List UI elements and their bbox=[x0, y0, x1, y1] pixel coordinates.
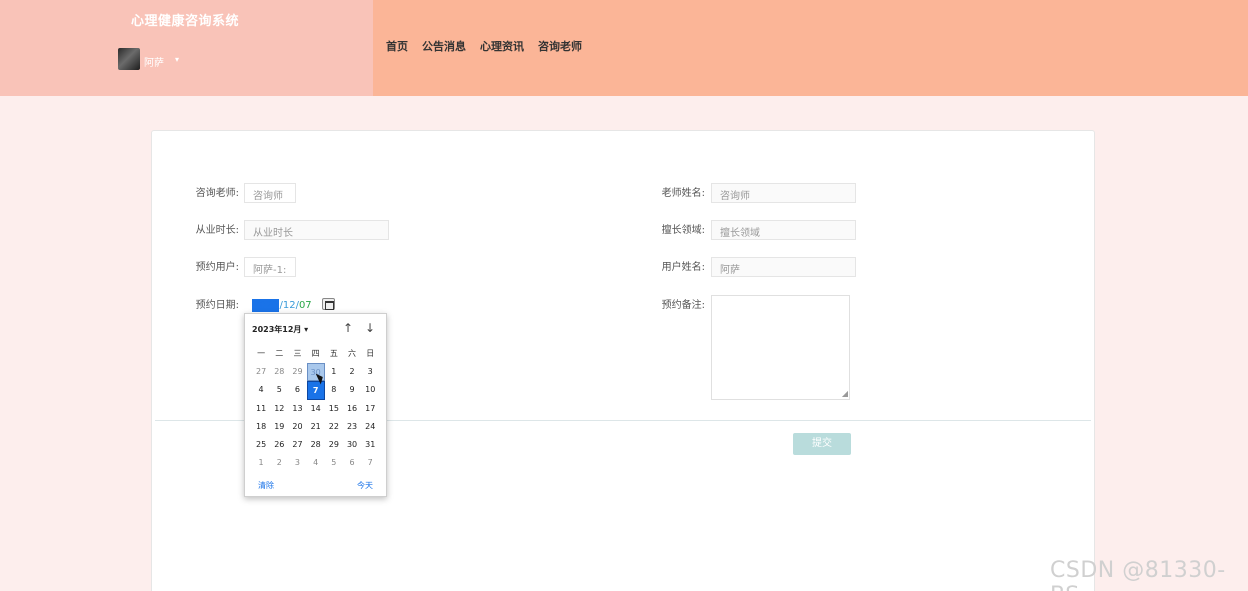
specialty-input[interactable]: 擅长领域 bbox=[711, 220, 856, 240]
submit-button[interactable]: 提交 bbox=[793, 433, 851, 455]
nav-item-home[interactable]: 首页 bbox=[386, 38, 408, 54]
calendar-weekday-header: 一二三四五 六日 bbox=[252, 348, 379, 359]
calendar-day[interactable]: 15 bbox=[325, 400, 343, 418]
top-nav: 首页 公告消息 心理资讯 咨询老师 bbox=[386, 38, 582, 54]
date-year-segment[interactable]: 2023 bbox=[252, 298, 280, 312]
user-name-input[interactable]: 阿萨 bbox=[711, 257, 856, 277]
calendar-weekday: 四 bbox=[311, 349, 320, 358]
app-title: 心理健康咨询系统 bbox=[131, 14, 240, 29]
calendar-day[interactable]: 3 bbox=[361, 363, 379, 381]
nav-item-announcements[interactable]: 公告消息 bbox=[422, 38, 466, 54]
calendar-weekday: 五 bbox=[329, 349, 338, 358]
previous-month-arrow-icon[interactable]: ↑ bbox=[343, 321, 353, 335]
calendar-day[interactable]: 12 bbox=[270, 400, 288, 418]
avatar[interactable] bbox=[118, 48, 140, 70]
calendar-month-selector[interactable]: 2023年12月 ▾ bbox=[252, 324, 308, 335]
calendar-today-button[interactable]: 今天 bbox=[357, 480, 373, 491]
calendar-day[interactable]: 10 bbox=[361, 381, 379, 399]
calendar-day[interactable]: 23 bbox=[343, 418, 361, 436]
date-picker-popup: 2023年12月 ▾ ↑ ↓ 一二三四五六日 27 28 29 30 1 2 3 4 5 6 7 8 9… bbox=[244, 313, 387, 497]
calendar-day[interactable]: 7 bbox=[361, 454, 379, 472]
nav-item-psych-news[interactable]: 心理资讯 bbox=[480, 38, 524, 54]
calendar-day[interactable]: 7 bbox=[306, 381, 325, 400]
calendar-day[interactable]: 5 bbox=[325, 454, 343, 472]
calendar-day[interactable]: 1 bbox=[252, 454, 270, 472]
top-header: 心理健康咨询系统 阿萨 ▾ 首页 公告消息 心理资讯 咨询老师 bbox=[0, 0, 1248, 96]
calendar-day[interactable]: 28 bbox=[270, 363, 288, 381]
calendar-day[interactable]: 11 bbox=[252, 400, 270, 418]
calendar-day[interactable]: 18 bbox=[252, 418, 270, 436]
date-day-segment[interactable]: 07 bbox=[299, 300, 312, 311]
resize-handle-icon[interactable]: ◢ bbox=[842, 390, 848, 398]
booking-user-label: 预约用户: bbox=[195, 262, 239, 273]
remarks-label: 预约备注: bbox=[661, 300, 705, 311]
next-month-arrow-icon[interactable]: ↓ bbox=[365, 321, 375, 335]
remarks-textarea[interactable]: ◢ bbox=[711, 295, 850, 400]
calendar-day[interactable]: 19 bbox=[270, 418, 288, 436]
calendar-day[interactable]: 27 bbox=[252, 363, 270, 381]
calendar-day[interactable]: 14 bbox=[307, 400, 325, 418]
calendar-day[interactable]: 4 bbox=[252, 381, 270, 399]
calendar-picker-icon[interactable] bbox=[322, 298, 335, 310]
calendar-day[interactable]: 21 bbox=[307, 418, 325, 436]
calendar-day[interactable]: 6 bbox=[343, 454, 361, 472]
header-brand-area: 心理健康咨询系统 阿萨 ▾ bbox=[0, 0, 373, 96]
experience-input[interactable]: 从业时长 bbox=[244, 220, 389, 240]
calendar-day[interactable]: 30 bbox=[343, 436, 361, 454]
calendar-day[interactable]: 28 bbox=[307, 436, 325, 454]
nav-item-counselors[interactable]: 咨询老师 bbox=[538, 38, 582, 54]
calendar-day[interactable]: 9 bbox=[343, 381, 361, 399]
calendar-day[interactable]: 5 bbox=[270, 381, 288, 399]
calendar-clear-button[interactable]: 清除 bbox=[258, 480, 274, 491]
specialty-label: 擅长领域: bbox=[661, 225, 705, 236]
booking-date-label: 预约日期: bbox=[195, 300, 239, 311]
calendar-day[interactable]: 4 bbox=[307, 454, 325, 472]
calendar-day[interactable]: 24 bbox=[361, 418, 379, 436]
user-name-label: 用户姓名: bbox=[661, 262, 705, 273]
calendar-weekday: 二 bbox=[275, 349, 284, 358]
calendar-day[interactable]: 17 bbox=[361, 400, 379, 418]
booking-date-input[interactable]: 2023/12/07 bbox=[252, 297, 312, 313]
calendar-day[interactable]: 29 bbox=[288, 363, 306, 381]
calendar-day[interactable]: 13 bbox=[288, 400, 306, 418]
calendar-day[interactable]: 26 bbox=[270, 436, 288, 454]
calendar-day[interactable]: 25 bbox=[252, 436, 270, 454]
calendar-weekday: 六 bbox=[348, 349, 357, 358]
counselor-label: 咨询老师: bbox=[195, 188, 239, 199]
calendar-day[interactable]: 6 bbox=[288, 381, 306, 399]
calendar-day[interactable]: 31 bbox=[361, 436, 379, 454]
user-dropdown-caret-icon[interactable]: ▾ bbox=[175, 55, 179, 64]
calendar-day[interactable]: 20 bbox=[288, 418, 306, 436]
calendar-day[interactable]: 2 bbox=[270, 454, 288, 472]
calendar-day[interactable]: 2 bbox=[343, 363, 361, 381]
calendar-day[interactable]: 27 bbox=[288, 436, 306, 454]
username[interactable]: 阿萨 bbox=[144, 54, 164, 69]
teacher-name-label: 老师姓名: bbox=[661, 188, 705, 199]
date-month-segment[interactable]: 12 bbox=[283, 300, 296, 311]
teacher-name-input[interactable]: 咨询师 bbox=[711, 183, 856, 203]
booking-user-input[interactable]: 阿萨-1: bbox=[244, 257, 296, 277]
calendar-day[interactable]: 8 bbox=[325, 381, 343, 399]
calendar-day[interactable]: 29 bbox=[325, 436, 343, 454]
calendar-weekday: 日 bbox=[366, 349, 375, 358]
calendar-weekday: 三 bbox=[293, 349, 302, 358]
calendar-day[interactable]: 16 bbox=[343, 400, 361, 418]
counselor-input[interactable]: 咨询师 bbox=[244, 183, 296, 203]
calendar-day[interactable]: 3 bbox=[288, 454, 306, 472]
calendar-weekday: 一 bbox=[257, 349, 266, 358]
watermark: CSDN @81330-BS bbox=[1050, 558, 1226, 591]
experience-label: 从业时长: bbox=[195, 225, 239, 236]
calendar-day-grid: 27 28 29 30 1 2 3 4 5 6 7 8 9 10 11 12 13 14 15 16 17 18 19 20 2… bbox=[252, 363, 379, 473]
calendar-day[interactable]: 22 bbox=[325, 418, 343, 436]
calendar-day[interactable]: 1 bbox=[325, 363, 343, 381]
